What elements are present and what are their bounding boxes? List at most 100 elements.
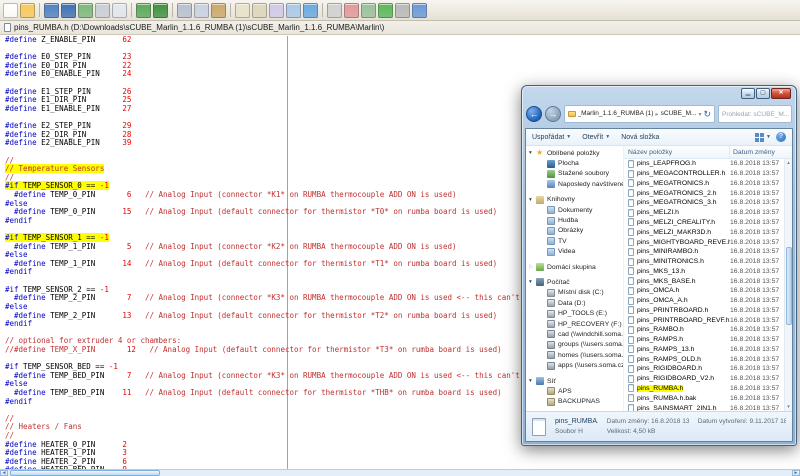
collapse-icon[interactable]: ▾ (529, 197, 536, 203)
scroll-up-icon[interactable]: ▲ (785, 159, 792, 167)
replace-icon[interactable] (269, 3, 284, 18)
tree-item-groups-users-soma-cz[interactable]: groups (\\users.soma.cz) (526, 340, 623, 350)
tree-item-aps[interactable]: APS (526, 386, 623, 396)
file-row[interactable]: pins_RAMPS.h16.8.2018 13:57 (624, 335, 792, 345)
compile-icon[interactable] (361, 3, 376, 18)
cut-icon[interactable] (177, 3, 192, 18)
redo-icon[interactable] (153, 3, 168, 18)
run-script-icon[interactable] (378, 3, 393, 18)
settings-icon[interactable] (395, 3, 410, 18)
open-menu[interactable]: Otevřít▼ (582, 134, 610, 141)
column-header-name[interactable]: Název položky (624, 146, 730, 158)
tree-item-dom-c-skupina[interactable]: ▷Domácí skupina (526, 262, 623, 272)
file-row[interactable]: pins_OMCA.h16.8.2018 13:57 (624, 286, 792, 296)
collapse-icon[interactable]: ▾ (529, 150, 536, 156)
breadcrumb-item[interactable]: sCUBE_M... (661, 110, 697, 118)
file-row[interactable]: pins_PRINTRBOARD.h16.8.2018 13:57 (624, 305, 792, 315)
file-row[interactable]: pins_RIGIDBOARD.h16.8.2018 13:57 (624, 364, 792, 374)
file-row[interactable]: pins_MELZI.h16.8.2018 13:57 (624, 208, 792, 218)
collapse-icon[interactable]: ▾ (529, 279, 536, 285)
minimize-button[interactable]: ▁ (741, 88, 755, 99)
file-row[interactable]: pins_MEGATRONICS_2.h16.8.2018 13:57 (624, 188, 792, 198)
file-row[interactable]: pins_MEGATRONICS_3.h16.8.2018 13:57 (624, 198, 792, 208)
expand-icon[interactable]: ▷ (529, 264, 536, 270)
scrollbar-thumb[interactable] (786, 247, 792, 325)
title-bar[interactable]: ▁ ▢ ✕ (525, 86, 793, 103)
tree-item-obl-ben-polo-ky[interactable]: ▾★Oblíbené položky (526, 148, 623, 158)
goto-line-icon[interactable] (286, 3, 301, 18)
horizontal-scrollbar[interactable]: ◄ ► (0, 469, 800, 476)
file-row[interactable]: pins_MKS_BASE.h16.8.2018 13:57 (624, 276, 792, 286)
vertical-scrollbar[interactable]: ▲ ▼ (784, 159, 792, 411)
syntax-check-icon[interactable] (344, 3, 359, 18)
file-row[interactable]: pins_MKS_13.h16.8.2018 13:57 (624, 266, 792, 276)
back-button[interactable]: ← (526, 106, 542, 122)
organize-menu[interactable]: Uspořádat▼ (532, 134, 571, 141)
reopen-icon[interactable] (78, 3, 93, 18)
code-fold-icon[interactable] (327, 3, 342, 18)
file-row[interactable]: pins_MIGHTYBOARD_REVE.h16.8.2018 13:57 (624, 237, 792, 247)
file-row[interactable]: pins_SAINSMART_2IN1.h16.8.2018 13:57 (624, 403, 792, 411)
bookmark-icon[interactable] (303, 3, 318, 18)
scrollbar-thumb[interactable] (10, 470, 160, 476)
file-row[interactable]: pins_PRINTRBOARD_REVF.h16.8.2018 13:57 (624, 315, 792, 325)
tree-item-plocha[interactable]: Plocha (526, 158, 623, 168)
scroll-down-icon[interactable]: ▼ (785, 403, 792, 411)
file-row[interactable]: pins_MELZI_CREALITY.h16.8.2018 13:57 (624, 218, 792, 228)
help-icon[interactable]: ? (776, 132, 786, 142)
file-row[interactable]: pins_RUMBA.h16.8.2018 13:57 (624, 384, 792, 394)
tree-item-apps-users-soma-cz[interactable]: apps (\\users.soma.cz) (526, 360, 623, 370)
tree-item-s[interactable]: ▾Síť (526, 376, 623, 386)
tree-item-hp-tools-e[interactable]: HP_TOOLS (E:) (526, 308, 623, 318)
print-preview-icon[interactable] (112, 3, 127, 18)
tree-item-dokumenty[interactable]: Dokumenty (526, 205, 623, 215)
tree-item-videa[interactable]: Videa (526, 247, 623, 257)
close-button[interactable]: ✕ (771, 88, 791, 99)
tree-item-homes-users-soma-cz[interactable]: homes (\\users.soma.cz) (526, 350, 623, 360)
help-icon[interactable] (412, 3, 427, 18)
file-row[interactable]: pins_MINIRAMBO.h16.8.2018 13:57 (624, 247, 792, 257)
tree-item-sta-en-soubory[interactable]: Stažené soubory (526, 169, 623, 179)
tab-title[interactable]: pins_RUMBA.h (D:\Downloads\sCUBE_Marlin_… (14, 23, 384, 32)
file-row[interactable]: pins_OMCA_A.h16.8.2018 13:57 (624, 296, 792, 306)
column-header-modified[interactable]: Datum změny (730, 146, 792, 158)
file-row[interactable]: pins_RIGIDBOARD_V2.h16.8.2018 13:57 (624, 374, 792, 384)
scroll-left-icon[interactable]: ◄ (0, 470, 8, 476)
copy-icon[interactable] (194, 3, 209, 18)
tree-item-po-ta[interactable]: ▾Počítač (526, 277, 623, 287)
save-icon[interactable] (44, 3, 59, 18)
tree-item-hudba[interactable]: Hudba (526, 215, 623, 225)
open-file-icon[interactable] (20, 3, 35, 18)
new-folder-button[interactable]: Nová složka (621, 134, 659, 141)
file-row[interactable]: pins_RAMPS_13.h16.8.2018 13:57 (624, 345, 792, 355)
address-dropdown-icon[interactable]: ▾ (698, 111, 701, 118)
file-row[interactable]: pins_RUMBA.h.bak16.8.2018 13:57 (624, 393, 792, 403)
print-icon[interactable] (95, 3, 110, 18)
paste-icon[interactable] (211, 3, 226, 18)
collapse-icon[interactable]: ▾ (529, 378, 536, 384)
maximize-button[interactable]: ▢ (756, 88, 770, 99)
tree-item-obr-zky[interactable]: Obrázky (526, 226, 623, 236)
views-button[interactable]: ▼ (755, 133, 771, 142)
search-box[interactable]: Prohledat: sCUBE_M... (718, 105, 792, 123)
find-next-icon[interactable] (252, 3, 267, 18)
file-row[interactable]: pins_LEAPFROG.h16.8.2018 13:57 (624, 159, 792, 169)
forward-button[interactable]: → (545, 106, 561, 122)
tree-item-m-stn-disk-c[interactable]: Místní disk (C:) (526, 288, 623, 298)
tree-item-data-d[interactable]: Data (D:) (526, 298, 623, 308)
tree-item-naposledy-nav-t-ven[interactable]: Naposledy navštívené (526, 179, 623, 189)
breadcrumb-item[interactable]: sCUBE_Marlin_1.1.6_RUMBA (1) (578, 110, 653, 118)
refresh-icon[interactable]: ↻ (703, 109, 711, 120)
find-icon[interactable] (235, 3, 250, 18)
save-all-icon[interactable] (61, 3, 76, 18)
address-bar[interactable]: Počítač▸Data (D:)▸Downloads▸sCUBE_Marlin… (564, 105, 715, 123)
undo-icon[interactable] (136, 3, 151, 18)
tree-item-cad-windchill-soma-cz[interactable]: cad (\\windchill.soma.cz) (526, 329, 623, 339)
new-file-icon[interactable] (3, 3, 18, 18)
tree-item-tv[interactable]: TV (526, 236, 623, 246)
scroll-right-icon[interactable]: ► (792, 470, 800, 476)
file-row[interactable]: pins_MINITRONICS.h16.8.2018 13:57 (624, 257, 792, 267)
file-row[interactable]: pins_RAMPS_OLD.h16.8.2018 13:57 (624, 354, 792, 364)
file-row[interactable]: pins_MELZI_MAKR3D.h16.8.2018 13:57 (624, 227, 792, 237)
tree-item-backupnas[interactable]: BACKUPNAS (526, 397, 623, 407)
